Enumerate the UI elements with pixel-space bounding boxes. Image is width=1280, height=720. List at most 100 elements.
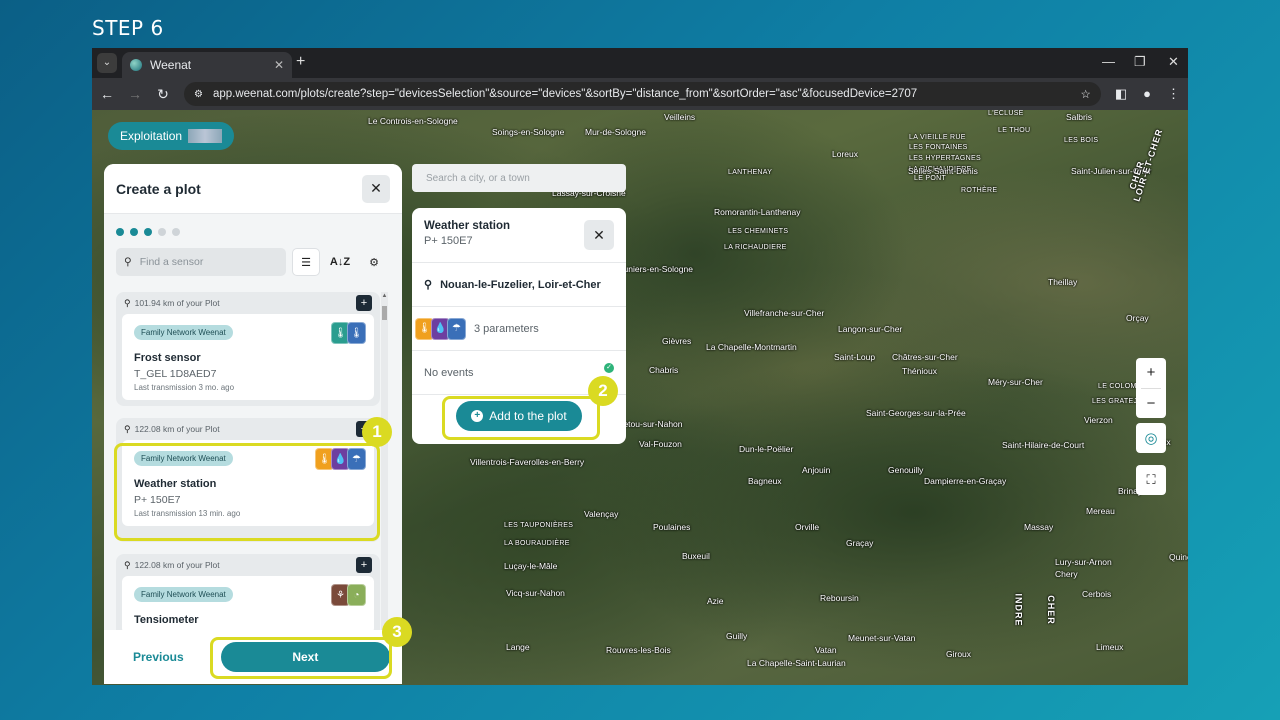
map-place-label: LES BOIS <box>1064 137 1099 144</box>
map-place-label: Soings-en-Sologne <box>492 127 565 137</box>
url-field[interactable]: ⚙ app.weenat.com/plots/create?step="devi… <box>184 82 1101 106</box>
map-place-label: Vatan <box>815 645 837 655</box>
map-place-label: Theillay <box>1048 277 1078 287</box>
map-place-label: LA RICHAUDIERE <box>724 244 787 251</box>
gauge-icon: ◔ <box>347 584 366 606</box>
map-place-label: La Chapelle-Saint-Laurian <box>747 658 846 668</box>
map-place-label: Langon-sur-Cher <box>838 324 903 334</box>
highlight-next-button <box>210 637 392 679</box>
step-dot <box>130 228 138 236</box>
restore-icon[interactable]: ❐ <box>1134 54 1146 70</box>
map-place-label: Saint-Georges-sur-la-Prée <box>866 408 966 418</box>
sort-az-icon[interactable]: A↓Z <box>326 248 354 276</box>
map-place-label: Luçay-le-Mâle <box>504 561 558 571</box>
map-place-label: LES HYPERTAGNES <box>909 155 981 162</box>
pin-icon: ⚲ <box>124 297 131 308</box>
parameter-icons: 🌡 💧 ☂ <box>415 317 466 340</box>
filter-icon[interactable]: ☰ <box>292 248 320 276</box>
window-close-icon[interactable]: ✕ <box>1168 54 1179 70</box>
events-status: No events <box>424 366 474 379</box>
device-card[interactable]: Family Network Weenat ⚘ ◔ Tensiometer <box>122 576 374 630</box>
new-tab-icon[interactable]: + <box>296 53 305 71</box>
locate-button[interactable]: ◎ <box>1136 423 1166 453</box>
bookmark-star-icon[interactable]: ☆ <box>1081 87 1091 101</box>
reload-icon[interactable]: ↻ <box>156 86 170 103</box>
close-panel-icon[interactable]: ✕ <box>362 174 390 203</box>
map-place-label: LANTHENAY <box>728 169 773 176</box>
tab-title: Weenat <box>150 58 192 72</box>
map-place-label: Valençay <box>584 509 619 519</box>
map-place-label: Villefranche-sur-Cher <box>744 308 825 318</box>
site-settings-icon[interactable]: ⚙ <box>194 89 203 100</box>
exploitation-selector[interactable]: Exploitation <box>108 122 235 150</box>
add-sensor-icon[interactable]: ⚙ <box>360 248 388 276</box>
map-place-label: Buxeuil <box>682 551 710 561</box>
scroll-thumb[interactable] <box>382 306 387 320</box>
map-place-label: Giroux <box>946 649 972 659</box>
distance-text: 101.94 km of your Plot <box>134 298 220 308</box>
map-place-label: Chery <box>1055 569 1078 579</box>
map-place-label: Saint-Loup <box>834 352 876 362</box>
location-pin-icon: ⚲ <box>424 279 433 291</box>
map-place-label: Reboursin <box>820 593 859 603</box>
map-place-label: LES CHEMINETS <box>728 228 789 235</box>
step-dot <box>116 228 124 236</box>
callout-1: 1 <box>362 417 392 447</box>
fit-bounds-button[interactable]: ⛶ <box>1136 465 1166 495</box>
map-place-label: L'ECLUSE <box>988 110 1024 117</box>
device-serial: T_GEL 1D8AED7 <box>134 368 217 380</box>
create-plot-panel: Create a plot ✕ ⚲ Find a sensor ☰ A↓Z ⚙ … <box>104 164 402 684</box>
list-item: ⚲ 101.94 km of your Plot + Family Networ… <box>116 292 380 406</box>
map-place-label: Romorantin-Lanthenay <box>714 207 801 217</box>
device-name: Frost sensor <box>134 352 201 364</box>
tab-close-icon[interactable]: ✕ <box>274 58 284 72</box>
map-place-label: Poulaines <box>653 522 691 532</box>
map-place-label: Rouvres-les-Bois <box>606 645 671 655</box>
minimize-icon[interactable]: — <box>1102 54 1115 69</box>
add-device-button[interactable]: + <box>356 295 372 311</box>
sensor-search-input[interactable]: ⚲ Find a sensor <box>116 248 286 276</box>
map-place-label: Villentrois-Faverolles-en-Berry <box>470 457 585 467</box>
zoom-in-button[interactable]: + <box>1136 358 1166 388</box>
device-name: Tensiometer <box>134 614 199 626</box>
callout-3: 3 <box>382 617 412 647</box>
side-panel-icon[interactable]: ◧ <box>1115 86 1127 102</box>
scroll-up-icon[interactable]: ▲ <box>381 293 388 299</box>
map-place-label: Thénioux <box>902 366 937 376</box>
step-progress <box>104 214 402 236</box>
forward-icon[interactable]: → <box>128 86 142 102</box>
map-place-label: LA BOURAUDIÈRE <box>504 540 570 547</box>
parameter-icons: 🌡 🌡 <box>331 322 366 344</box>
map-place-label: Limeux <box>1096 642 1124 652</box>
browser-window: ⌄ Weenat ✕ + — ❐ ✕ ← → ↻ ⚙ app.weenat.co… <box>92 48 1188 685</box>
satellite-map[interactable]: Le Controis-en-Sologne Veilleins Soings-en… <box>92 110 1188 685</box>
add-device-button[interactable]: + <box>356 557 372 573</box>
map-place-label: Mereau <box>1086 506 1115 516</box>
close-popup-icon[interactable]: ✕ <box>584 220 614 250</box>
scrollbar[interactable]: ▲ <box>381 292 388 630</box>
map-place-label: Quincy <box>1169 552 1188 562</box>
popup-location: Nouan-le-Fuzelier, Loir-et-Cher <box>440 278 601 291</box>
map-place-label: Veilleins <box>664 112 696 122</box>
menu-kebab-icon[interactable]: ⋮ <box>1167 86 1180 102</box>
previous-button[interactable]: Previous <box>116 650 201 664</box>
city-search-input[interactable]: Search a city, or a town <box>412 164 626 192</box>
map-place-label: Dun-le-Poëlier <box>739 444 794 454</box>
browser-tab[interactable]: Weenat ✕ <box>122 52 292 78</box>
tab-search-icon[interactable]: ⌄ <box>97 53 117 73</box>
profile-icon[interactable]: ● <box>1143 86 1151 102</box>
weenat-favicon-icon <box>130 59 142 71</box>
focus-frame-icon: ⛶ <box>1146 472 1156 487</box>
network-badge: Family Network Weenat <box>134 587 233 602</box>
map-river-label: CHER <box>1045 595 1056 625</box>
map-place-label: Bagneux <box>748 476 782 486</box>
map-place-label: Meunet-sur-Vatan <box>848 633 916 643</box>
map-place-label: LE PONT <box>914 175 947 182</box>
zoom-out-button[interactable]: − <box>1136 389 1166 419</box>
search-icon: ⚲ <box>124 256 132 268</box>
device-card[interactable]: Family Network Weenat 🌡 🌡 Frost sensor T… <box>122 314 374 400</box>
back-icon[interactable]: ← <box>100 86 114 102</box>
pin-icon: ⚲ <box>124 559 131 570</box>
map-place-label: Mur-de-Sologne <box>585 127 646 137</box>
map-place-label: Chabris <box>649 365 679 375</box>
